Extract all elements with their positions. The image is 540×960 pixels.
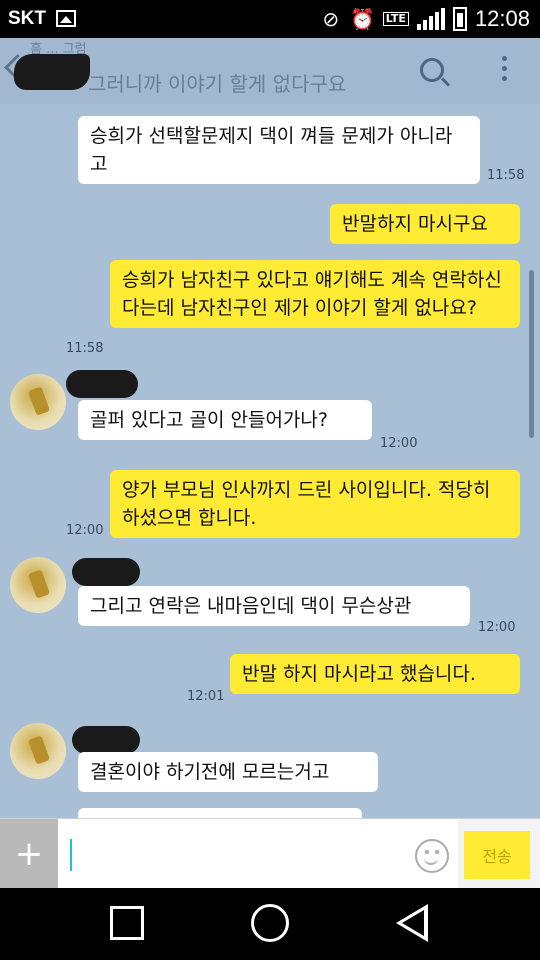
text-cursor	[70, 839, 72, 871]
recents-icon[interactable]	[110, 906, 144, 940]
mute-icon: ⊘	[322, 7, 340, 31]
message-input-bar: + 전송	[0, 818, 540, 889]
status-time: 12:08	[474, 6, 530, 31]
nav-back-icon[interactable]	[396, 904, 428, 942]
plus-icon[interactable]: +	[0, 819, 58, 889]
profile-avatar[interactable]	[10, 374, 66, 430]
system-nav-bar	[0, 888, 540, 960]
message-input[interactable]	[58, 819, 458, 889]
message-bubble-sent[interactable]: 양가 부모님 인사까지 드린 사이입니다. 적당히 하셨으면 합니다.	[110, 470, 520, 538]
message-time: 12:00	[478, 620, 516, 635]
chat-scrollbar[interactable]	[529, 270, 534, 438]
send-button[interactable]: 전송	[464, 831, 530, 879]
message-bubble-received[interactable]: 그리고 연락은 내마음인데 댁이 무슨상관	[78, 586, 470, 626]
more-icon[interactable]	[502, 56, 508, 81]
message-bubble-sent[interactable]: 반말하지 마시구요	[330, 204, 520, 244]
carrier-label: SKT	[8, 8, 46, 29]
alarm-icon: ⏰	[350, 7, 376, 31]
message-bubble-received[interactable]: 골퍼 있다고 골이 안들어가나?	[78, 400, 372, 440]
message-bubble-received-partial[interactable]	[78, 808, 362, 818]
message-time: 12:00	[380, 436, 418, 451]
message-bubble-sent[interactable]: 반말 하지 마시라고 했습니다.	[230, 654, 520, 694]
redacted-chat-title	[14, 54, 90, 90]
gallery-icon	[56, 10, 76, 27]
message-time: 12:00	[66, 523, 104, 538]
status-bar: SKT ⊘ ⏰ LTE 12:08	[0, 0, 540, 38]
lte-icon: LTE	[382, 12, 409, 26]
message-bubble-received[interactable]: 결혼이야 하기전에 모르는거고	[78, 752, 378, 792]
home-icon[interactable]	[251, 904, 289, 942]
redacted-sender-name	[72, 558, 140, 586]
chat-area[interactable]: 승희가 선택할문제지 댁이 껴들 문제가 아니라고 11:58 반말하지 마시구…	[0, 38, 540, 818]
signal-icon	[416, 8, 445, 30]
profile-avatar[interactable]	[10, 723, 66, 779]
emoji-icon[interactable]	[415, 839, 449, 873]
message-time: 11:58	[487, 168, 525, 183]
chat-header: 흠 ... 그럼 그러니까 이야기 할게 없다구요	[0, 38, 540, 104]
header-message-preview[interactable]: 그러니까 이야기 할게 없다구요	[88, 68, 346, 97]
search-icon[interactable]	[420, 58, 444, 82]
message-time: 11:58	[66, 341, 104, 356]
battery-icon	[452, 7, 467, 31]
redacted-sender-name	[72, 726, 140, 754]
message-time: 12:01	[187, 689, 225, 704]
profile-avatar[interactable]	[10, 557, 66, 613]
message-bubble-received[interactable]: 승희가 선택할문제지 댁이 껴들 문제가 아니라고	[78, 116, 480, 184]
message-bubble-sent[interactable]: 승희가 남자친구 있다고 얘기해도 계속 연락하신다는데 남자친구인 제가 이야…	[110, 260, 520, 328]
redacted-sender-name	[66, 370, 138, 398]
